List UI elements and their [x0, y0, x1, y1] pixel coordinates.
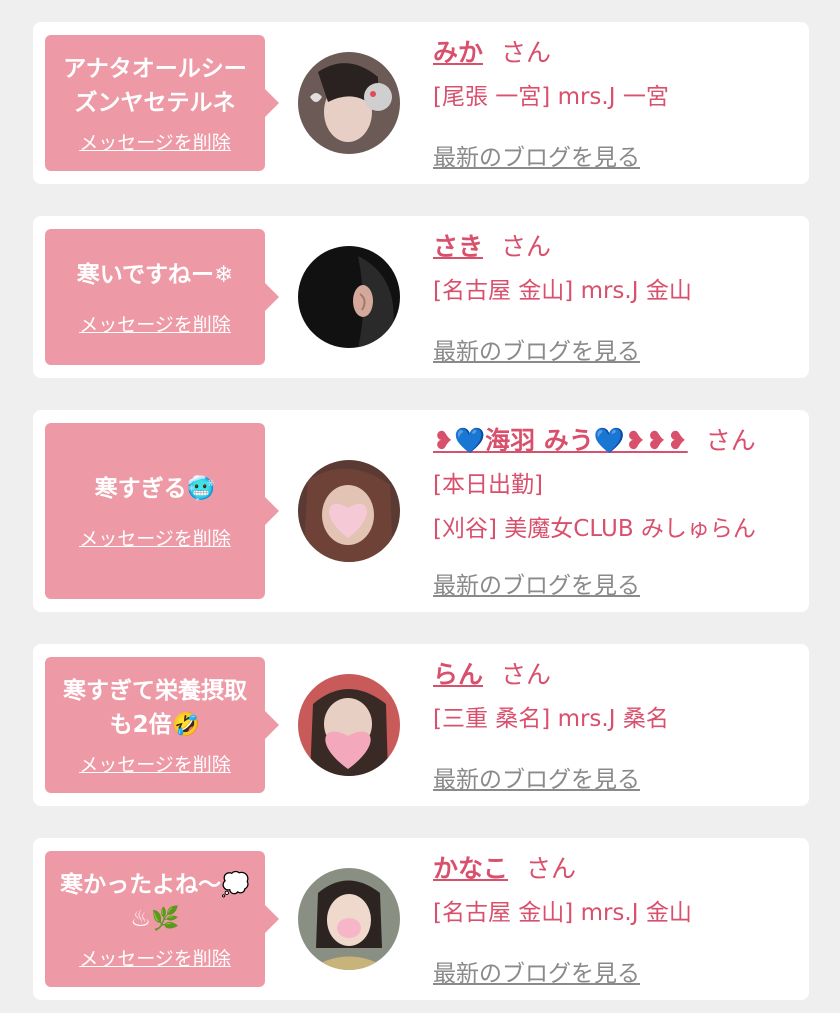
delete-message-link[interactable]: メッセージを削除 — [79, 128, 231, 155]
delete-message-link[interactable]: メッセージを削除 — [79, 944, 231, 971]
sender-name-line: みか さん — [433, 36, 799, 70]
sender-info: かなこ さん [名古屋 金山] mrs.J 金山 — [433, 852, 799, 930]
message-bubble: 寒かったよね〜💭♨🌿 メッセージを削除 — [45, 851, 279, 987]
avatar[interactable] — [298, 460, 400, 562]
sender-name-link[interactable]: さき — [433, 232, 483, 261]
avatar-photo-icon — [298, 868, 400, 970]
sender-info: らん さん [三重 桑名] mrs.J 桑名 — [433, 658, 799, 736]
shop-label: [名古屋 金山] mrs.J 金山 — [433, 900, 692, 926]
avatar-photo-icon — [298, 674, 400, 776]
avatar-photo-icon — [298, 52, 400, 154]
sender-name-link[interactable]: かなこ — [433, 854, 508, 883]
message-card: 寒かったよね〜💭♨🌿 メッセージを削除 かなこ さん [名古屋 金山] mrs.J… — [33, 838, 809, 1000]
message-card: 寒すぎて栄養摂取も2倍🤣 メッセージを削除 らん さん [三重 桑名] mrs.J… — [33, 644, 809, 806]
sender-info: みか さん [尾張 一宮] mrs.J 一宮 — [433, 36, 799, 114]
avatar-photo-icon — [298, 246, 400, 348]
message-text: 寒すぎて栄養摂取も2倍🤣 — [63, 677, 247, 738]
delete-message-link[interactable]: メッセージを削除 — [79, 310, 231, 337]
avatar-photo-icon — [298, 460, 400, 562]
latest-blog-link[interactable]: 最新のブログを見る — [433, 566, 640, 600]
avatar[interactable] — [298, 868, 400, 970]
message-bubble: 寒すぎる🥶 メッセージを削除 — [45, 423, 279, 599]
message-text: 寒すぎる🥶 — [94, 475, 216, 502]
delete-message-link[interactable]: メッセージを削除 — [79, 524, 231, 551]
sender-name-link[interactable]: みか — [433, 38, 483, 67]
shop-label: [三重 桑名] mrs.J 桑名 — [433, 706, 669, 732]
avatar[interactable] — [298, 52, 400, 154]
avatar[interactable] — [298, 674, 400, 776]
sender-name-line: かなこ さん — [433, 852, 799, 886]
message-text: アナタオールシーズンヤセテルネ — [63, 55, 247, 116]
honorific: さん — [501, 660, 552, 689]
honorific: さん — [526, 854, 577, 883]
message-bubble: アナタオールシーズンヤセテルネ メッセージを削除 — [45, 35, 279, 171]
message-card: 寒いですねー❄ メッセージを削除 さき さん [名古屋 金山] mrs.J 金山 … — [33, 216, 809, 378]
shop-status: [本日出勤] — [433, 472, 543, 498]
latest-blog-link[interactable]: 最新のブログを見る — [433, 138, 640, 172]
sender-info: ❥💙海羽 みう💙❥❥❥ さん [本日出勤] [刈谷] 美魔女CLUB みしゅらん — [433, 424, 799, 546]
message-text: 寒いですねー❄ — [76, 261, 234, 288]
honorific: さん — [705, 426, 756, 455]
sender-name-line: さき さん — [433, 230, 799, 264]
message-card: 寒すぎる🥶 メッセージを削除 ❥💙海羽 みう💙❥❥❥ さん [本日出勤] [刈谷]… — [33, 410, 809, 612]
honorific: さん — [501, 232, 552, 261]
message-bubble: 寒いですねー❄ メッセージを削除 — [45, 229, 279, 365]
message-card: アナタオールシーズンヤセテルネ メッセージを削除 みか さん [尾張 一宮] mr… — [33, 22, 809, 184]
honorific: さん — [501, 38, 552, 67]
message-bubble: 寒すぎて栄養摂取も2倍🤣 メッセージを削除 — [45, 657, 279, 793]
sender-name-link[interactable]: らん — [433, 660, 483, 689]
shop-label: [名古屋 金山] mrs.J 金山 — [433, 278, 692, 304]
shop-label: [刈谷] 美魔女CLUB みしゅらん — [433, 516, 756, 542]
latest-blog-link[interactable]: 最新のブログを見る — [433, 332, 640, 366]
latest-blog-link[interactable]: 最新のブログを見る — [433, 760, 640, 794]
sender-name-line: ❥💙海羽 みう💙❥❥❥ さん — [433, 424, 799, 458]
sender-name-line: らん さん — [433, 658, 799, 692]
message-text: 寒かったよね〜💭♨🌿 — [60, 871, 250, 932]
latest-blog-link[interactable]: 最新のブログを見る — [433, 954, 640, 988]
delete-message-link[interactable]: メッセージを削除 — [79, 750, 231, 777]
sender-info: さき さん [名古屋 金山] mrs.J 金山 — [433, 230, 799, 308]
avatar[interactable] — [298, 246, 400, 348]
shop-label: [尾張 一宮] mrs.J 一宮 — [433, 84, 669, 110]
sender-name-link[interactable]: ❥💙海羽 みう💙❥❥❥ — [433, 426, 688, 455]
